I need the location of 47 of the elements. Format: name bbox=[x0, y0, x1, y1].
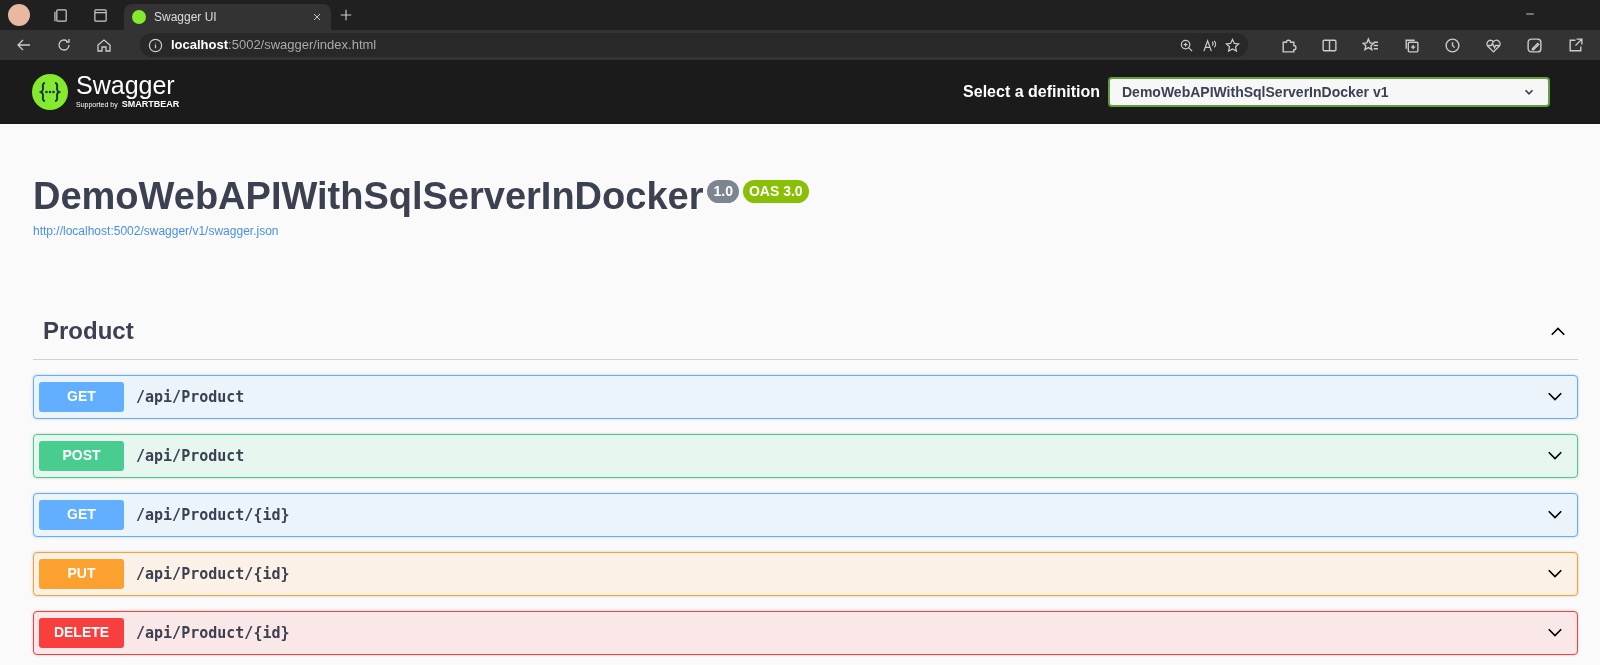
history-icon[interactable] bbox=[1444, 36, 1461, 54]
swagger-logo-icon bbox=[32, 74, 68, 110]
address-field[interactable]: localhost:5002/swagger/index.html bbox=[140, 33, 1248, 57]
method-badge: DELETE bbox=[39, 617, 124, 648]
logo-brand: SMARTBEAR bbox=[121, 98, 180, 111]
home-icon[interactable] bbox=[96, 37, 112, 53]
browser-tab[interactable]: Swagger UI bbox=[124, 4, 331, 30]
zoom-icon[interactable] bbox=[1179, 37, 1194, 53]
method-badge: POST bbox=[39, 440, 124, 471]
api-title: DemoWebAPIWithSqlServerInDocker bbox=[33, 176, 704, 218]
section-header[interactable]: Product bbox=[33, 303, 1578, 360]
method-badge: GET bbox=[39, 499, 124, 530]
split-screen-icon[interactable] bbox=[1321, 36, 1338, 54]
share-icon[interactable] bbox=[1567, 36, 1584, 54]
avatar-icon[interactable] bbox=[8, 4, 30, 26]
tabs-icon[interactable] bbox=[54, 8, 69, 23]
operation-row[interactable]: GET /api/Product bbox=[33, 374, 1578, 419]
swagger-logo-text: Swagger bbox=[76, 72, 176, 98]
operation-row[interactable]: POST /api/Product bbox=[33, 433, 1578, 478]
collections-icon[interactable] bbox=[1403, 36, 1420, 54]
new-tab-icon[interactable] bbox=[339, 8, 353, 22]
operation-row[interactable]: PUT /api/Product/{id} bbox=[33, 551, 1578, 596]
operation-row[interactable]: GET /api/Product/{id} bbox=[33, 492, 1578, 537]
sidebar-icon[interactable] bbox=[93, 8, 108, 23]
endpoint-path: /api/Product bbox=[136, 386, 246, 408]
endpoint-path: /api/Product bbox=[136, 445, 246, 467]
endpoint-path: /api/Product/{id} bbox=[136, 563, 291, 585]
back-icon[interactable] bbox=[16, 37, 32, 53]
endpoint-path: /api/Product/{id} bbox=[136, 622, 291, 644]
definition-select[interactable]: DemoWebAPIWithSqlServerInDocker v1 bbox=[1108, 77, 1550, 107]
close-icon[interactable] bbox=[311, 11, 323, 23]
read-aloud-icon[interactable] bbox=[1202, 37, 1217, 53]
method-badge: GET bbox=[39, 381, 124, 412]
method-badge: PUT bbox=[39, 558, 124, 589]
refresh-icon[interactable] bbox=[56, 37, 72, 53]
version-badge: 1.0 bbox=[707, 180, 739, 203]
star-icon[interactable] bbox=[1225, 37, 1240, 53]
favicon-icon bbox=[132, 10, 146, 24]
oas-badge: OAS 3.0 bbox=[742, 180, 809, 203]
edit-icon[interactable] bbox=[1526, 36, 1543, 54]
puzzle-icon[interactable] bbox=[1280, 36, 1297, 54]
endpoint-path: /api/Product/{id} bbox=[136, 504, 291, 526]
definition-label: Select a definition bbox=[963, 82, 1100, 102]
operation-row[interactable]: DELETE /api/Product/{id} bbox=[33, 610, 1578, 655]
favorites-icon[interactable] bbox=[1362, 36, 1379, 54]
info-icon[interactable] bbox=[148, 37, 163, 53]
url-text: localhost:5002/swagger/index.html bbox=[171, 36, 378, 55]
